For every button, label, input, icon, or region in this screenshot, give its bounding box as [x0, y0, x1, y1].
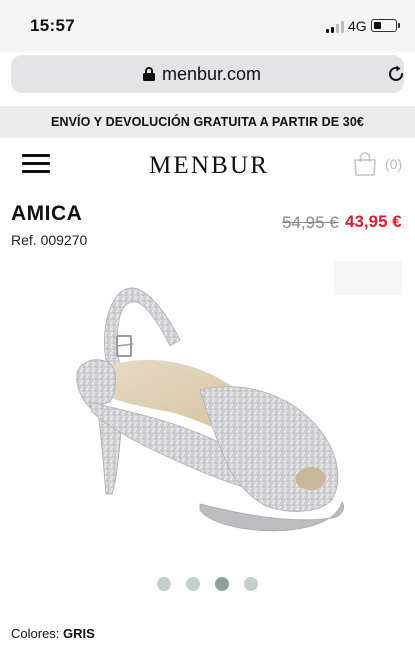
reload-icon[interactable]	[386, 64, 406, 84]
carousel-indicator	[157, 577, 261, 591]
carousel-dot-active[interactable]	[215, 577, 229, 591]
shopping-bag-icon[interactable]	[352, 152, 378, 176]
sale-price: 43,95 €	[345, 212, 402, 231]
signal-icon	[326, 21, 344, 33]
carousel-dot[interactable]	[244, 577, 258, 591]
brand-logo[interactable]: MENBUR	[149, 152, 269, 180]
product-name: AMICA	[11, 202, 83, 225]
cart-count[interactable]: (0)	[385, 156, 402, 172]
colors-line: Colores: GRIS	[11, 626, 95, 641]
colors-label: Colores:	[11, 626, 60, 641]
hamburger-menu-icon[interactable]	[22, 154, 50, 174]
colors-value: GRIS	[63, 626, 95, 641]
product-reference: Ref. 009270	[11, 232, 88, 248]
shipping-banner: ENVÍO Y DEVOLUCIÓN GRATUITA A PARTIR DE …	[0, 106, 415, 138]
battery-icon	[371, 19, 400, 32]
carousel-dot[interactable]	[157, 577, 171, 591]
status-bar: 15:57 4G	[0, 0, 415, 52]
lock-icon	[143, 67, 155, 81]
status-time: 15:57	[30, 16, 75, 35]
product-image[interactable]	[50, 262, 370, 562]
network-type: 4G	[348, 18, 367, 34]
url-text[interactable]: menbur.com	[162, 64, 261, 85]
original-price: 54,95 €	[282, 213, 339, 232]
carousel-dot[interactable]	[186, 577, 200, 591]
site-header: MENBUR (0)	[0, 138, 415, 190]
address-bar[interactable]: menbur.com	[11, 55, 404, 93]
